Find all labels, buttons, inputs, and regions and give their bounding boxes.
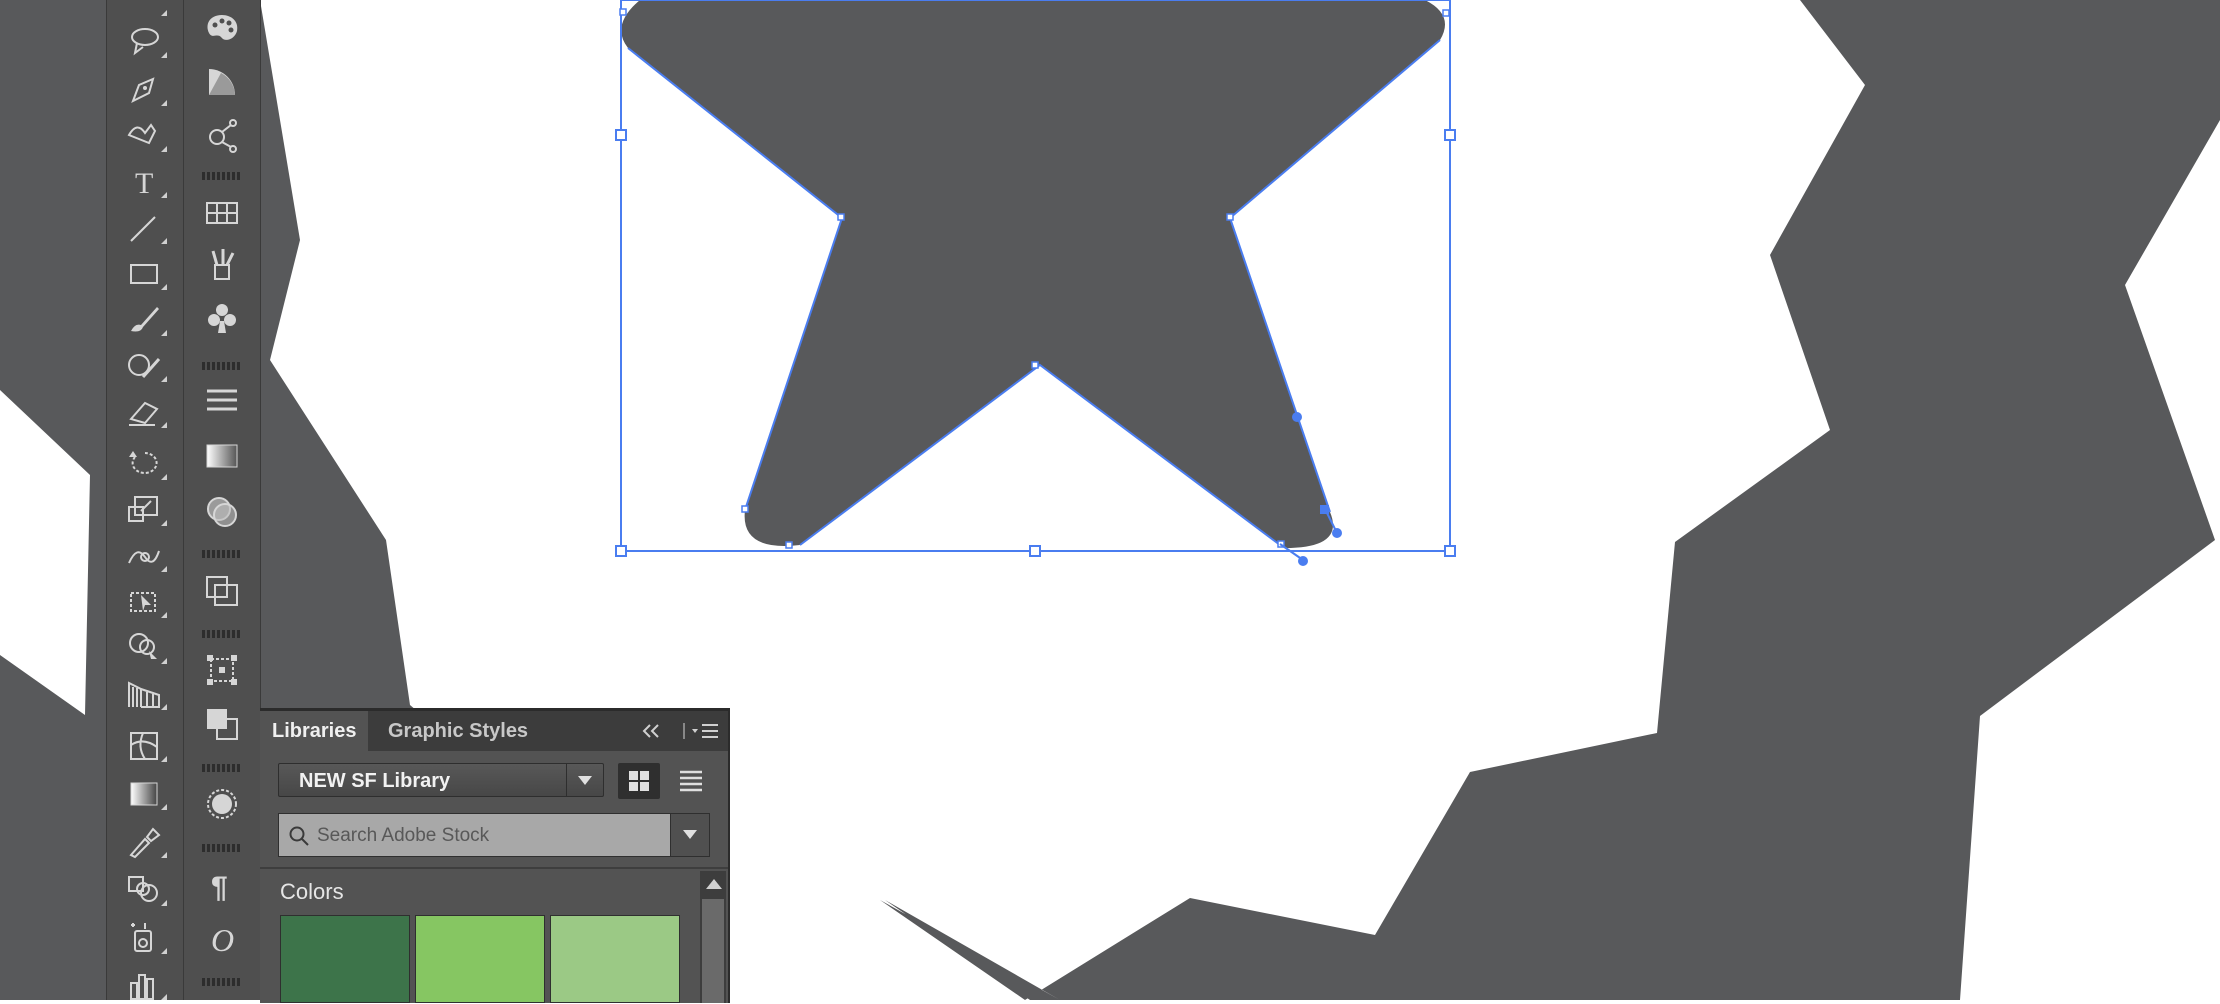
divider	[260, 867, 728, 869]
color-swatch[interactable]	[550, 915, 680, 1003]
selected-star-shape[interactable]	[621, 0, 1445, 548]
rectangle-icon[interactable]	[119, 254, 169, 294]
color-guide-icon[interactable]	[197, 62, 247, 102]
brushes-icon[interactable]	[197, 244, 247, 284]
line-icon[interactable]	[119, 208, 169, 248]
svg-text:O: O	[211, 922, 234, 957]
cc-libraries-icon[interactable]	[197, 116, 247, 156]
transform-icon[interactable]	[197, 650, 247, 690]
pathfinder-icon[interactable]	[197, 704, 247, 744]
tab-libraries[interactable]: Libraries	[260, 711, 369, 751]
panel-group-grip[interactable]	[202, 550, 242, 558]
handle-bottom-right[interactable]	[1444, 545, 1456, 557]
stock-search-box	[278, 813, 710, 858]
rotate-icon[interactable]	[119, 444, 169, 484]
pen-icon[interactable]	[119, 70, 169, 110]
handle-bottom-left[interactable]	[615, 545, 627, 557]
color-swatch[interactable]	[280, 915, 410, 1003]
blend-icon[interactable]	[119, 870, 169, 910]
curvature-icon[interactable]	[119, 116, 169, 156]
symbols-icon[interactable]	[197, 298, 247, 338]
mesh-icon[interactable]	[119, 726, 169, 766]
swatches-icon[interactable]	[197, 192, 247, 232]
appearance-circle-icon[interactable]	[197, 784, 247, 824]
eraser-icon[interactable]	[119, 392, 169, 432]
opentype-icon[interactable]: O	[197, 918, 247, 958]
panel-group-grip[interactable]	[202, 362, 242, 370]
handle-left[interactable]	[615, 129, 627, 141]
chevron-down-icon[interactable]	[566, 764, 603, 796]
scrollbar[interactable]	[700, 871, 726, 1003]
search-options-chevron-icon[interactable]	[670, 814, 709, 856]
panel-group-grip[interactable]	[202, 172, 242, 180]
library-dropdown-value: NEW SF Library	[299, 770, 451, 792]
scroll-up-arrow-icon[interactable]	[706, 879, 722, 889]
panel-menu-icon[interactable]	[682, 721, 720, 741]
libraries-panel: Libraries Graphic Styles NEW SF Library …	[260, 708, 730, 1003]
grid-icon	[629, 771, 649, 791]
panel-dock-column: ¶ O	[184, 0, 261, 1000]
color-swatch[interactable]	[415, 915, 545, 1003]
direct-selection-icon[interactable]	[119, 0, 169, 20]
panel-group-grip[interactable]	[202, 764, 242, 772]
tab-graphic-styles[interactable]: Graphic Styles	[376, 711, 540, 751]
handle-bottom[interactable]	[1029, 545, 1041, 557]
panel-group-grip[interactable]	[202, 978, 242, 986]
panel-group-grip[interactable]	[202, 844, 242, 852]
symbol-sprayer-icon[interactable]	[119, 918, 169, 958]
scale-icon[interactable]	[119, 490, 169, 530]
transparency-icon[interactable]	[197, 492, 247, 532]
shaper-icon[interactable]	[119, 346, 169, 386]
color-palette-icon[interactable]	[197, 8, 247, 48]
column-graph-icon[interactable]	[119, 964, 169, 1004]
grid-view-button[interactable]	[618, 763, 660, 799]
warp-icon[interactable]	[119, 536, 169, 576]
collapse-panel-icon[interactable]	[640, 723, 664, 739]
scroll-thumb[interactable]	[702, 899, 724, 1003]
list-view-button[interactable]	[670, 763, 712, 799]
panel-group-grip[interactable]	[202, 630, 242, 638]
gradient-icon[interactable]	[119, 774, 169, 814]
shape-builder-icon[interactable]	[119, 628, 169, 668]
svg-text:¶: ¶	[211, 871, 228, 903]
gradient-panel-icon[interactable]	[197, 436, 247, 476]
search-icon	[289, 826, 309, 846]
perspective-grid-icon[interactable]	[119, 674, 169, 714]
list-icon	[680, 770, 702, 792]
type-icon[interactable]: T	[119, 162, 169, 202]
handle-right[interactable]	[1444, 129, 1456, 141]
eyedropper-icon[interactable]	[119, 822, 169, 862]
search-input[interactable]	[315, 814, 659, 858]
stroke-icon[interactable]	[197, 380, 247, 420]
colors-section-label: Colors	[280, 879, 344, 904]
paragraph-icon[interactable]: ¶	[197, 864, 247, 904]
library-dropdown[interactable]: NEW SF Library	[278, 763, 604, 797]
appearance-icon[interactable]	[197, 570, 247, 610]
svg-text:T: T	[135, 167, 153, 200]
paintbrush-icon[interactable]	[119, 300, 169, 340]
lasso-icon[interactable]	[119, 22, 169, 62]
free-transform-icon[interactable]	[119, 582, 169, 622]
tools-panel-left: T	[106, 0, 184, 1000]
panel-tab-bar: Libraries Graphic Styles	[260, 711, 728, 751]
